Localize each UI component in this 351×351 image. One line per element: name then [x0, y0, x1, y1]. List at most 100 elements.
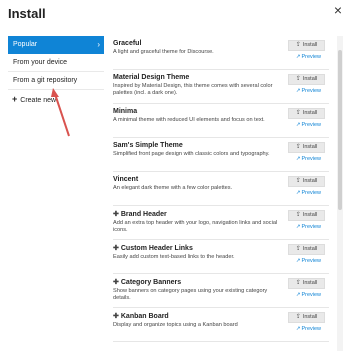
install-label: Install [302, 42, 318, 48]
puzzle-piece-icon: ✚ [113, 211, 119, 218]
theme-description: Simplified front page design with classi… [113, 151, 270, 157]
theme-description: Display and organize topics using a Kanb… [113, 322, 238, 328]
preview-link[interactable]: ↗Preview [296, 326, 321, 332]
preview-link[interactable]: ↗Preview [296, 292, 321, 298]
theme-name-text: Kanban Board [120, 313, 169, 320]
install-label: Install [302, 314, 318, 320]
preview-label: Preview [301, 156, 321, 162]
nav-item-label: From your device [13, 59, 68, 66]
create-new-link[interactable]: + Create new [8, 90, 104, 108]
theme-name-text: Material Design Theme [113, 74, 190, 81]
puzzle-piece-icon: ✚ [113, 279, 119, 286]
external-link-icon: ↗ [295, 258, 301, 264]
install-button[interactable]: ⇪ Install [288, 210, 325, 221]
preview-label: Preview [301, 224, 321, 230]
install-button[interactable]: ⇪ Install [288, 74, 325, 85]
theme-name-text: Vincent [113, 176, 139, 183]
external-link-icon: ↗ [295, 292, 301, 298]
external-link-icon: ↗ [295, 156, 301, 162]
preview-label: Preview [301, 54, 321, 60]
theme-description: Add an extra top header with your logo, … [113, 220, 278, 233]
install-button[interactable]: ⇪ Install [288, 40, 325, 51]
theme-name-text: Graceful [113, 40, 142, 47]
install-button[interactable]: ⇪ Install [288, 278, 325, 289]
upload-icon: ⇪ [295, 110, 301, 116]
preview-link[interactable]: ↗Preview [296, 88, 321, 94]
theme-row: ✚ Custom Header Links Easily add custom te… [113, 240, 329, 274]
upload-icon: ⇪ [295, 76, 301, 82]
modal-title: Install [8, 6, 46, 21]
theme-row: ✚ Category Banners Show banners on categor… [113, 274, 329, 308]
nav-from-device[interactable]: From your device [8, 54, 104, 72]
close-button[interactable]: × [332, 3, 344, 17]
nav-from-git[interactable]: From a git repository [8, 72, 104, 90]
theme-name-text: Brand Header [120, 211, 167, 218]
external-link-icon: ↗ [295, 88, 301, 94]
plus-icon: + [12, 94, 18, 104]
external-link-icon: ↗ [295, 54, 301, 60]
preview-label: Preview [301, 292, 321, 298]
install-label: Install [302, 280, 318, 286]
upload-icon: ⇪ [295, 314, 301, 320]
scrollbar-thumb[interactable] [338, 50, 342, 210]
preview-link[interactable]: ↗Preview [296, 190, 321, 196]
upload-icon: ⇪ [295, 280, 301, 286]
theme-name-text: Category Banners [120, 279, 182, 286]
preview-label: Preview [301, 88, 321, 94]
preview-label: Preview [301, 190, 321, 196]
install-button[interactable]: ⇪ Install [288, 142, 325, 153]
chevron-right-icon: › [97, 40, 100, 49]
preview-label: Preview [301, 326, 321, 332]
install-source-nav: Popular › From your device From a git re… [8, 36, 104, 108]
theme-row: ✚ Brand Header Add an extra top header wit… [113, 206, 329, 240]
theme-row: ✚ Kanban Board Display and organize topics… [113, 308, 329, 342]
theme-name-text: Custom Header Links [120, 245, 193, 252]
nav-item-label: From a git repository [13, 77, 78, 84]
theme-name-text: Minima [113, 108, 138, 115]
install-label: Install [302, 212, 318, 218]
install-button[interactable]: ⇪ Install [288, 108, 325, 119]
theme-row: Material Design Theme Inspired by Materia… [113, 70, 329, 104]
theme-description: Inspired by Material Design, this theme … [113, 83, 273, 96]
preview-link[interactable]: ↗Preview [296, 54, 321, 60]
upload-icon: ⇪ [295, 246, 301, 252]
theme-name-text: Sam's Simple Theme [113, 142, 183, 149]
theme-description: A light and graceful theme for Discourse… [113, 49, 214, 55]
theme-row: Vincent An elegant dark theme with a few … [113, 172, 329, 206]
theme-row: Sam's Simple Theme Simplified front page … [113, 138, 329, 172]
preview-link[interactable]: ↗Preview [296, 224, 321, 230]
external-link-icon: ↗ [295, 224, 301, 230]
external-link-icon: ↗ [295, 190, 301, 196]
install-label: Install [302, 110, 318, 116]
upload-icon: ⇪ [295, 144, 301, 150]
preview-label: Preview [301, 258, 321, 264]
theme-row: Graceful A light and graceful theme for D… [113, 36, 329, 70]
upload-icon: ⇪ [295, 42, 301, 48]
upload-icon: ⇪ [295, 178, 301, 184]
upload-icon: ⇪ [295, 212, 301, 218]
external-link-icon: ↗ [295, 326, 301, 332]
theme-description: A minimal theme with reduced UI elements… [113, 117, 265, 123]
theme-row: Minima A minimal theme with reduced UI el… [113, 104, 329, 138]
install-label: Install [302, 246, 318, 252]
theme-description: An elegant dark theme with a few color p… [113, 185, 233, 191]
nav-popular[interactable]: Popular › [8, 36, 104, 54]
puzzle-piece-icon: ✚ [113, 313, 119, 320]
puzzle-piece-icon: ✚ [113, 245, 119, 252]
install-button[interactable]: ⇪ Install [288, 176, 325, 187]
nav-item-label: Popular [13, 41, 38, 48]
install-label: Install [302, 178, 318, 184]
external-link-icon: ↗ [295, 122, 301, 128]
install-button[interactable]: ⇪ Install [288, 312, 325, 323]
theme-list: Graceful A light and graceful theme for D… [113, 36, 329, 351]
install-label: Install [302, 76, 318, 82]
preview-link[interactable]: ↗Preview [296, 156, 321, 162]
install-label: Install [302, 144, 318, 150]
preview-label: Preview [301, 122, 321, 128]
install-button[interactable]: ⇪ Install [288, 244, 325, 255]
preview-link[interactable]: ↗Preview [296, 122, 321, 128]
theme-description: Easily add custom text-based links to th… [113, 254, 235, 260]
create-new-label: Create new [20, 97, 57, 104]
theme-description: Show banners on category pages using you… [113, 288, 268, 301]
preview-link[interactable]: ↗Preview [296, 258, 321, 264]
